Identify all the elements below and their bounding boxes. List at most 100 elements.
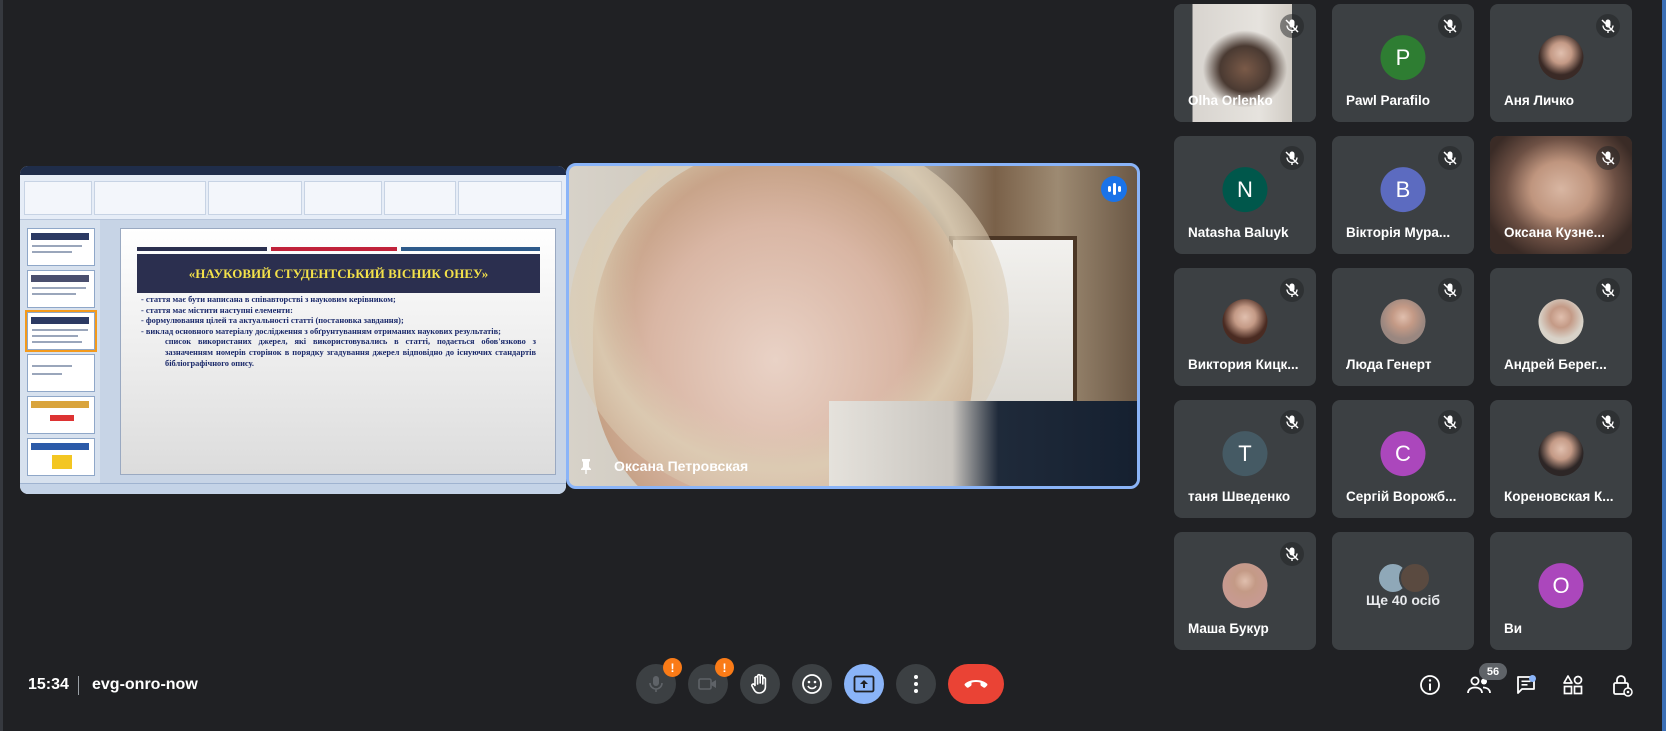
- participant-name: Olha Orlenko: [1188, 93, 1273, 108]
- presentation-statusbar: [20, 483, 566, 494]
- host-controls-button[interactable]: [1609, 672, 1635, 698]
- participant-name: Сергій Ворожб...: [1346, 489, 1457, 504]
- participant-tile[interactable]: Аня Личко: [1490, 4, 1632, 122]
- slide-line: список використаних джерел, які використ…: [165, 337, 536, 368]
- muted-indicator: [1280, 14, 1304, 38]
- participant-tile[interactable]: Ще 40 осіб: [1332, 532, 1474, 650]
- pin-icon[interactable]: [579, 458, 593, 474]
- more-participants-label: Ще 40 осіб: [1365, 592, 1441, 608]
- more-options-button[interactable]: [896, 664, 936, 704]
- muted-indicator: [1596, 278, 1620, 302]
- participant-tile[interactable]: C Сергій Ворожб...: [1332, 400, 1474, 518]
- muted-indicator: [1438, 278, 1462, 302]
- main-speaker-tile[interactable]: Оксана Петровская: [566, 163, 1140, 489]
- main-speaker-name: Оксана Петровская: [614, 458, 749, 474]
- camera-warning-badge: !: [715, 658, 734, 677]
- mic-muted-icon: [1443, 283, 1457, 297]
- muted-indicator: [1596, 14, 1620, 38]
- mic-muted-icon: [1285, 547, 1299, 561]
- avatar: [1538, 35, 1584, 81]
- host-controls-icon: [1613, 675, 1633, 697]
- participant-name: таня Шведенко: [1188, 489, 1291, 504]
- leave-call-button[interactable]: [948, 664, 1004, 704]
- muted-indicator: [1596, 146, 1620, 170]
- divider: [78, 676, 79, 695]
- slide-line: - виклад основного матеріалу дослідження…: [141, 326, 501, 336]
- camera-off-icon: [698, 678, 716, 690]
- camera-button[interactable]: !: [688, 658, 734, 704]
- slide-body: - стаття має бути написана в співавторст…: [141, 295, 536, 369]
- participant-tile[interactable]: Маша Букур: [1174, 532, 1316, 650]
- participant-name: Pawl Parafilo: [1346, 93, 1431, 108]
- participant-tile[interactable]: Оксана Кузне...: [1490, 136, 1632, 254]
- presentation-tile[interactable]: «НАУКОВИЙ СТУДЕНТСЬКИЙ ВІСНИК ОНЕУ» - ст…: [20, 166, 566, 494]
- participant-tile[interactable]: B Вікторія Мура...: [1332, 136, 1474, 254]
- meeting-code: evg-onro-now: [92, 676, 198, 693]
- participant-tile[interactable]: P Pawl Parafilo: [1332, 4, 1474, 122]
- muted-indicator: [1438, 14, 1462, 38]
- mic-muted-icon: [1285, 151, 1299, 165]
- mic-muted-icon: [1443, 415, 1457, 429]
- mic-muted-icon: [1285, 19, 1299, 33]
- participant-tile[interactable]: Кореновская К...: [1490, 400, 1632, 518]
- participant-tile[interactable]: Tтаня Шведенко: [1174, 400, 1316, 518]
- avatar: O: [1538, 563, 1584, 609]
- presentation-ribbon: [20, 175, 566, 220]
- activities-icon: [1563, 675, 1583, 695]
- avatar: C: [1380, 431, 1426, 477]
- mic-warning-badge: !: [663, 658, 682, 677]
- slide-line: - стаття має містити наступні елементи:: [141, 305, 293, 315]
- meeting-time: 15:34: [28, 676, 69, 693]
- muted-indicator: [1280, 410, 1304, 434]
- present-button[interactable]: [844, 664, 884, 704]
- avatar: N: [1222, 167, 1268, 213]
- participant-tile[interactable]: Люда Генерт: [1332, 268, 1474, 386]
- participant-name: Ви: [1504, 621, 1523, 636]
- participant-name: Маша Букур: [1188, 621, 1269, 636]
- participant-tile[interactable]: Андрей Берег...: [1490, 268, 1632, 386]
- mic-muted-icon: [1443, 19, 1457, 33]
- avatar: P: [1380, 35, 1426, 81]
- window-edge-left: [0, 0, 3, 731]
- avatar: [1538, 431, 1584, 477]
- avatar: [1222, 563, 1268, 609]
- muted-indicator: [1280, 542, 1304, 566]
- slide-line: - стаття має бути написана в співавторст…: [141, 295, 396, 304]
- participant-name: Андрей Берег...: [1504, 357, 1607, 372]
- more-vert-icon: [914, 675, 918, 693]
- emoji-icon: [802, 674, 822, 694]
- mic-muted-icon: [1601, 415, 1615, 429]
- emoji-button[interactable]: [792, 664, 832, 704]
- participant-name: Аня Личко: [1504, 93, 1574, 108]
- activities-button[interactable]: [1560, 672, 1586, 698]
- participant-tile[interactable]: N Natasha Baluyk: [1174, 136, 1316, 254]
- participant-name: Оксана Кузне...: [1504, 225, 1605, 240]
- muted-indicator: [1438, 410, 1462, 434]
- participant-name: Кореновская К...: [1504, 489, 1614, 504]
- slide-line: - формулювання цілей та актуальності ста…: [141, 316, 404, 326]
- participant-name: Люда Генерт: [1346, 357, 1432, 372]
- mic-muted-icon: [1601, 19, 1615, 33]
- avatar: [1222, 299, 1268, 345]
- participant-tile[interactable]: O Ви: [1490, 532, 1632, 650]
- participant-name: Виктория Кицк...: [1188, 357, 1299, 372]
- raise-hand-icon: [751, 673, 767, 694]
- slide-title: «НАУКОВИЙ СТУДЕНТСЬКИЙ ВІСНИК ОНЕУ»: [188, 266, 489, 281]
- meeting-details-button[interactable]: [1417, 672, 1443, 698]
- mic-muted-icon: [1285, 283, 1299, 297]
- participant-name: Natasha Baluyk: [1188, 225, 1289, 240]
- chat-unread-dot: [1529, 675, 1536, 682]
- mic-muted-icon: [1601, 151, 1615, 165]
- participant-tile[interactable]: Olha Orlenko: [1174, 4, 1316, 122]
- raise-hand-button[interactable]: [740, 664, 780, 704]
- mic-off-icon: [649, 676, 663, 692]
- mic-muted-icon: [1443, 151, 1457, 165]
- slide-thumbnails: [20, 220, 101, 484]
- window-edge-right: [1662, 0, 1666, 731]
- participant-tile[interactable]: Виктория Кицк...: [1174, 268, 1316, 386]
- muted-indicator: [1596, 410, 1620, 434]
- mic-muted-icon: [1285, 415, 1299, 429]
- info-icon: [1420, 675, 1440, 695]
- participants-count-badge: 56: [1479, 663, 1507, 680]
- mic-button[interactable]: !: [636, 658, 682, 704]
